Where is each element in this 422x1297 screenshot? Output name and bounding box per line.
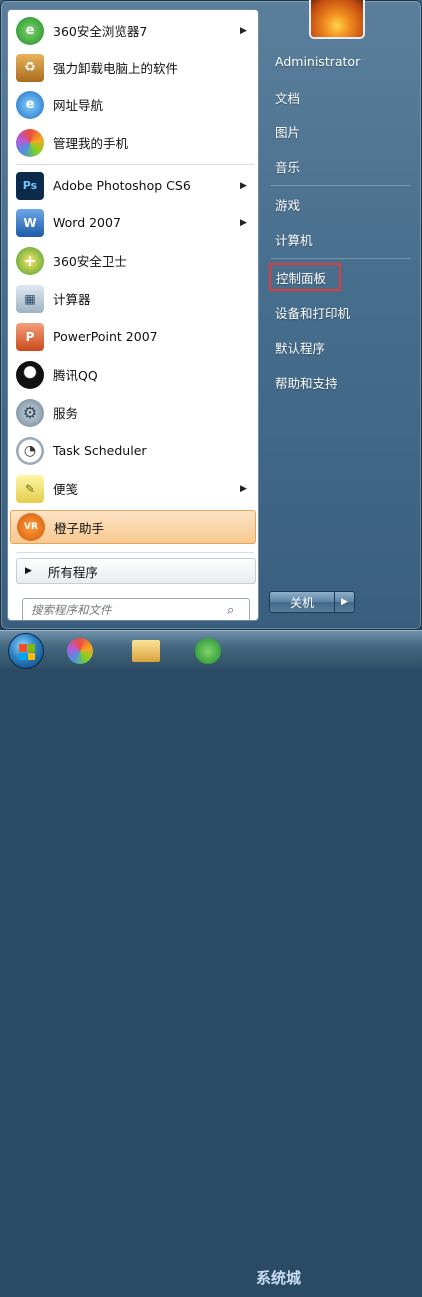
program-photoshop[interactable]: Ps Adobe Photoshop CS6 ▶: [10, 167, 256, 204]
right-item-default-programs[interactable]: 默认程序: [267, 333, 415, 361]
program-label: 管理我的手机: [53, 136, 129, 151]
photoshop-icon: Ps: [16, 171, 44, 200]
divider: [16, 552, 254, 553]
program-label: 橙子助手: [54, 520, 105, 536]
sticky-notes-icon: ✎: [16, 474, 44, 503]
start-button[interactable]: [8, 633, 44, 669]
phone-manager-icon: [16, 128, 44, 157]
program-label: 360安全卫士: [53, 254, 127, 269]
gear-icon: ⚙: [16, 398, 44, 427]
divider: [16, 164, 254, 165]
taskbar: 系统城: [0, 630, 422, 1287]
programs-pane: e 360安全浏览器7 ▶ ♻ 强力卸载电脑上的软件 e 网址导航 管理我的手机…: [7, 9, 259, 621]
program-label: 计算器: [53, 292, 91, 307]
program-qq[interactable]: 腾讯QQ: [10, 356, 256, 393]
program-label: 服务: [53, 406, 79, 421]
program-uninstaller[interactable]: ♻ 强力卸载电脑上的软件: [10, 49, 256, 86]
right-item-help-support[interactable]: 帮助和支持: [267, 368, 415, 396]
all-programs-label: 所有程序: [47, 564, 98, 580]
program-word[interactable]: W Word 2007 ▶: [10, 204, 256, 241]
submenu-arrow-icon[interactable]: ▶: [240, 484, 248, 494]
divider: [271, 258, 411, 259]
program-label: 网址导航: [53, 98, 104, 113]
right-item-computer[interactable]: 计算机: [267, 225, 415, 253]
expand-arrow-icon: ▶: [25, 566, 32, 576]
360-security-icon: +: [16, 246, 44, 275]
submenu-arrow-icon[interactable]: ▶: [240, 218, 248, 228]
places-pane: Administrator 文档 图片 音乐 游戏 计算机 控制面板 设备和打印…: [263, 0, 422, 631]
watermark: 系统城: [256, 1269, 302, 1287]
word-icon: W: [16, 208, 44, 237]
program-360-browser[interactable]: e 360安全浏览器7 ▶: [10, 12, 256, 49]
divider: [271, 185, 411, 186]
qq-icon: [16, 360, 44, 389]
right-item-devices-printers[interactable]: 设备和打印机: [267, 298, 415, 326]
program-sticky-notes[interactable]: ✎ 便笺 ▶: [10, 470, 256, 507]
shutdown-group: 关机 ▶: [269, 591, 355, 613]
program-phone-manager[interactable]: 管理我的手机: [10, 124, 256, 161]
right-item-pictures[interactable]: 图片: [267, 117, 415, 145]
powerpoint-icon: P: [16, 322, 44, 351]
program-orange-helper[interactable]: VR 橙子助手: [10, 510, 256, 544]
uninstall-icon: ♻: [16, 53, 44, 82]
clock-icon: ◔: [16, 436, 44, 465]
program-label: 便笺: [53, 482, 79, 497]
program-label: 强力卸载电脑上的软件: [53, 61, 179, 76]
shutdown-options-arrow-icon[interactable]: ▶: [335, 591, 355, 613]
calculator-icon: ▦: [16, 284, 44, 313]
ie-icon: e: [16, 90, 44, 119]
orange-helper-icon: VR: [17, 513, 45, 541]
360-browser-icon: e: [16, 16, 44, 45]
right-item-music[interactable]: 音乐: [267, 152, 415, 180]
program-task-scheduler[interactable]: ◔ Task Scheduler: [10, 432, 256, 469]
program-label: Task Scheduler: [53, 443, 147, 458]
taskbar-phone-manager-icon[interactable]: [62, 635, 98, 667]
right-item-administrator[interactable]: Administrator: [267, 47, 415, 75]
program-label: PowerPoint 2007: [53, 329, 158, 344]
submenu-arrow-icon[interactable]: ▶: [240, 181, 248, 191]
program-services[interactable]: ⚙ 服务: [10, 394, 256, 431]
program-powerpoint[interactable]: P PowerPoint 2007: [10, 318, 256, 355]
program-label: 腾讯QQ: [53, 368, 98, 383]
program-360-security[interactable]: + 360安全卫士: [10, 242, 256, 279]
windows-logo-icon: [19, 644, 35, 660]
program-calculator[interactable]: ▦ 计算器: [10, 280, 256, 317]
search-icon[interactable]: ⌕: [227, 603, 245, 618]
shutdown-button[interactable]: 关机: [269, 591, 335, 613]
right-item-games[interactable]: 游戏: [267, 190, 415, 218]
search-input[interactable]: [31, 603, 227, 617]
right-item-control-panel[interactable]: 控制面板: [269, 263, 341, 291]
search-box[interactable]: ⌕: [22, 598, 250, 620]
program-label: Adobe Photoshop CS6: [53, 178, 191, 193]
program-label: Word 2007: [53, 215, 121, 230]
program-label: 360安全浏览器7: [53, 24, 148, 39]
right-item-documents[interactable]: 文档: [267, 83, 415, 111]
user-avatar[interactable]: [309, 0, 365, 39]
taskbar-explorer-icon[interactable]: [128, 635, 164, 667]
start-menu: e 360安全浏览器7 ▶ ♻ 强力卸载电脑上的软件 e 网址导航 管理我的手机…: [0, 0, 422, 630]
submenu-arrow-icon[interactable]: ▶: [240, 26, 248, 36]
program-web-nav[interactable]: e 网址导航: [10, 86, 256, 123]
all-programs-button[interactable]: ▶ 所有程序: [16, 558, 256, 584]
taskbar-360-browser-icon[interactable]: [190, 635, 226, 667]
